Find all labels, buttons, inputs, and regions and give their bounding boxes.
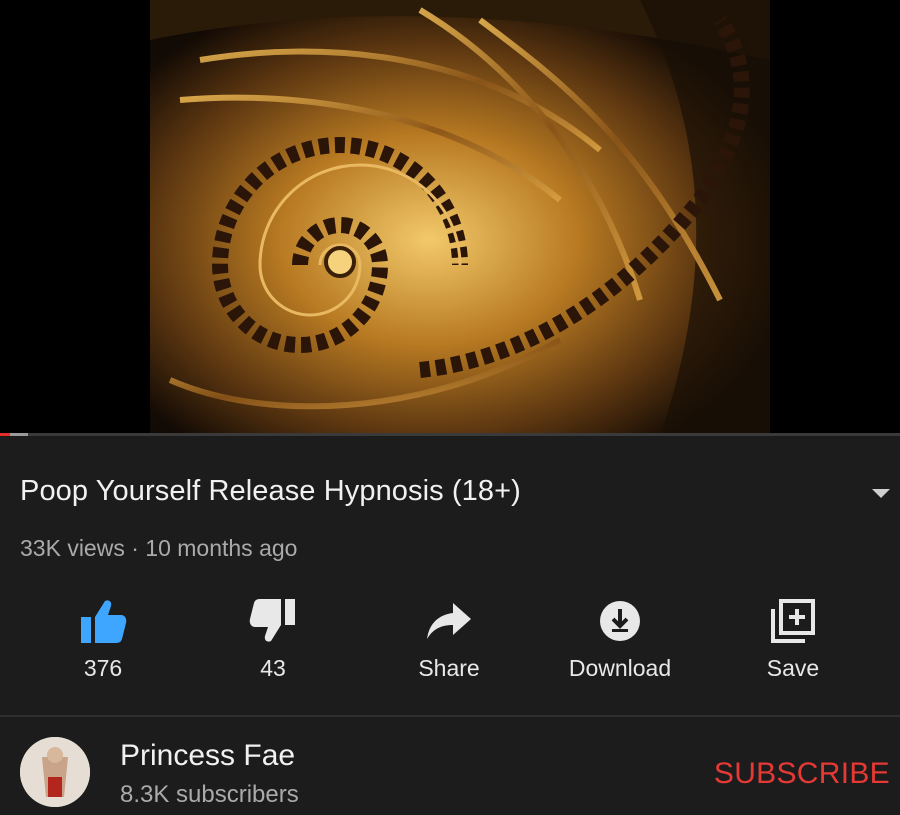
share-arrow-icon	[427, 603, 471, 639]
subscribe-button[interactable]: SUBSCRIBE	[714, 757, 890, 791]
action-bar: 376 43 Share Download Save	[0, 587, 900, 697]
video-title: Poop Yourself Release Hypnosis (18+)	[20, 475, 521, 507]
thumbs-up-icon	[81, 600, 127, 643]
channel-name[interactable]: Princess Fae	[120, 739, 295, 773]
save-button[interactable]: Save	[713, 587, 873, 697]
download-label: Download	[568, 655, 672, 681]
view-count: 33K views	[20, 535, 125, 561]
download-button[interactable]: Download	[540, 587, 700, 697]
upload-age: 10 months ago	[145, 535, 298, 561]
video-info-panel: Poop Yourself Release Hypnosis (18+) 33K…	[0, 437, 900, 815]
share-label: Share	[418, 655, 480, 681]
divider	[0, 715, 900, 717]
channel-row: Princess Fae 8.3K subscribers SUBSCRIBE	[0, 727, 900, 815]
dislike-button[interactable]: 43	[193, 587, 353, 697]
like-button[interactable]: 376	[23, 587, 183, 697]
video-thumbnail	[0, 0, 900, 436]
avatar-image	[20, 737, 90, 807]
dislike-count: 43	[260, 655, 286, 681]
like-count: 376	[83, 655, 123, 681]
share-button[interactable]: Share	[369, 587, 529, 697]
channel-avatar[interactable]	[20, 737, 90, 807]
subscriber-count: 8.3K subscribers	[120, 781, 299, 808]
progress-buffer	[10, 433, 28, 436]
thumbs-down-icon	[249, 599, 295, 642]
playlist-add-icon	[771, 599, 815, 643]
video-player[interactable]	[0, 0, 900, 436]
expand-description-chevron-icon[interactable]	[872, 489, 890, 498]
meta-separator: ·	[131, 535, 139, 561]
save-label: Save	[766, 655, 820, 681]
video-meta: 33K views · 10 months ago	[20, 535, 297, 562]
download-icon	[600, 601, 640, 641]
video-progress-bar[interactable]	[0, 433, 900, 436]
